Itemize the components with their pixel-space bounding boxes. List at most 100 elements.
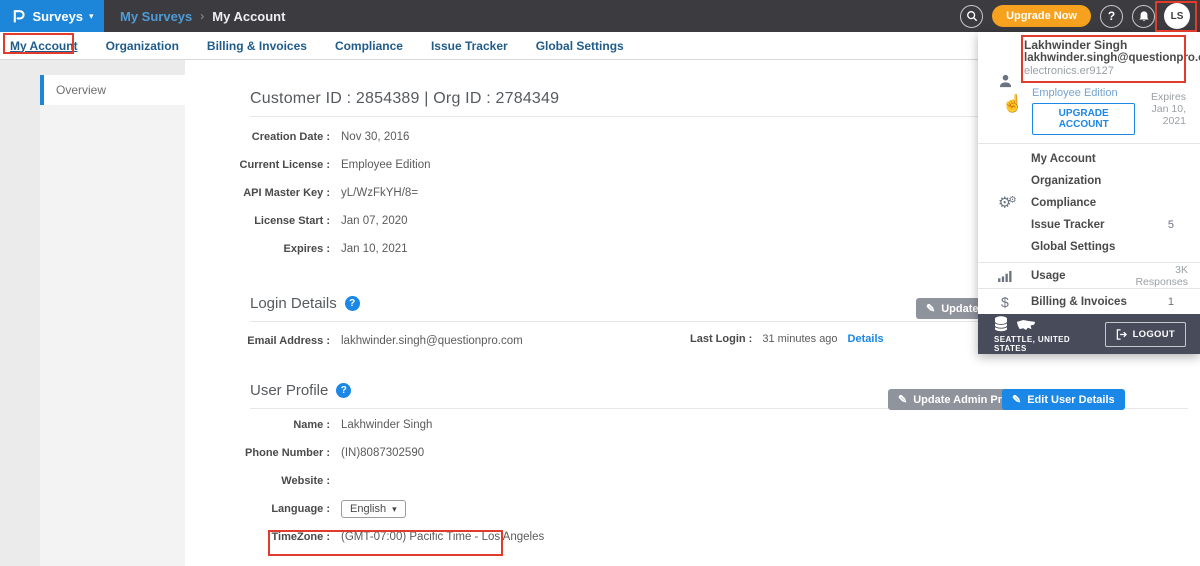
tab-compliance[interactable]: Compliance	[321, 32, 417, 59]
language-select[interactable]: English ▾	[341, 500, 406, 518]
usage-label: Usage	[1031, 270, 1066, 282]
dropdown-user-section: ☝ Lakhwinder Singh lakhwinder.singh@ques…	[978, 32, 1200, 143]
logout-icon	[1116, 329, 1127, 340]
field-value: Jan 10, 2021	[341, 243, 408, 255]
edit-icon: ✎	[1012, 393, 1021, 406]
breadcrumb-separator-icon: ›	[200, 9, 204, 23]
chevron-down-icon: ▾	[89, 11, 94, 22]
tab-label: Issue Tracker	[431, 39, 508, 53]
help-icon: ?	[1108, 9, 1115, 23]
menu-item-label: Global Settings	[1031, 241, 1115, 253]
email-value: lakhwinder.singh@questionpro.com	[341, 335, 523, 347]
chevron-down-icon: ▾	[392, 504, 397, 515]
tab-global-settings[interactable]: Global Settings	[522, 32, 638, 59]
field-label: Phone Number :	[230, 447, 330, 459]
usage-value: 3K Responses	[1135, 264, 1188, 288]
language-select-wrap: English ▾	[341, 500, 406, 518]
questionpro-logo	[10, 8, 26, 24]
menu-item-billing-invoices[interactable]: $ Billing & Invoices 1	[978, 289, 1200, 314]
cogs-icon: ⚙⚙	[998, 196, 1017, 211]
last-login-label: Last Login :	[690, 333, 752, 345]
sidebar-item-label: Overview	[56, 83, 106, 97]
usage-count: 3K	[1135, 264, 1188, 276]
dropdown-user-name: Lakhwinder Singh	[1024, 39, 1186, 52]
help-circle-icon[interactable]: ?	[336, 383, 351, 398]
edit-icon: ✎	[926, 302, 935, 315]
field-label: Email Address :	[230, 335, 330, 347]
dollar-icon: $	[1001, 294, 1009, 310]
cursor-hand-icon: ☝	[1002, 94, 1023, 114]
expires-word: Expires	[1135, 91, 1186, 103]
bar-chart-icon	[998, 270, 1013, 282]
sidebar-body	[40, 105, 185, 566]
sidebar-item-overview[interactable]: Overview	[40, 75, 185, 105]
field-value: yL/WzFkYH/8=	[341, 187, 418, 199]
profile-fields: Name : Lakhwinder Singh Phone Number : (…	[250, 411, 1200, 551]
menu-item-my-account[interactable]: My Account	[978, 148, 1200, 170]
dropdown-footer: SEATTLE, UNITED STATES LOGOUT	[978, 314, 1200, 354]
database-icon	[994, 316, 1008, 332]
field-value: (IN)8087302590	[341, 447, 424, 459]
tab-billing-invoices[interactable]: Billing & Invoices	[193, 32, 321, 59]
edit-user-details-button[interactable]: ✎ Edit User Details	[1002, 389, 1125, 410]
upgrade-account-button[interactable]: UPGRADE ACCOUNT	[1032, 103, 1135, 135]
dropdown-menu: ⚙⚙ My Account Organization Compliance Is…	[978, 144, 1200, 262]
menu-item-global-settings[interactable]: Global Settings	[978, 236, 1200, 258]
field-row-name: Name : Lakhwinder Singh	[250, 411, 1200, 439]
menu-item-issue-tracker[interactable]: Issue Tracker 5	[978, 214, 1200, 236]
tab-organization[interactable]: Organization	[92, 32, 193, 59]
account-dropdown-panel: ☝ Lakhwinder Singh lakhwinder.singh@ques…	[978, 32, 1200, 354]
field-value: Lakhwinder Singh	[341, 419, 432, 431]
field-label: Expires :	[230, 243, 330, 255]
help-circle-icon[interactable]: ?	[345, 296, 360, 311]
tab-label: My Account	[10, 39, 78, 53]
menu-item-organization[interactable]: Organization	[978, 170, 1200, 192]
upgrade-row: UPGRADE ACCOUNT Expires Jan 10, 2021	[1032, 103, 1186, 135]
location-icons	[994, 316, 1105, 332]
product-switcher[interactable]: Surveys ▾	[0, 0, 104, 32]
help-button[interactable]: ?	[1100, 5, 1123, 28]
button-label: Edit User Details	[1027, 394, 1114, 406]
last-login-value: 31 minutes ago	[762, 333, 837, 345]
field-label: Name :	[230, 419, 330, 431]
usage-unit: Responses	[1135, 276, 1188, 288]
field-label: Current License :	[230, 159, 330, 171]
tab-label: Global Settings	[536, 39, 624, 53]
avatar[interactable]: LS	[1164, 3, 1190, 29]
tab-label: Compliance	[335, 39, 403, 53]
breadcrumb-parent-link[interactable]: My Surveys	[120, 9, 192, 24]
edit-icon: ✎	[898, 393, 907, 406]
dropdown-user-username: electronics.er9127	[1024, 65, 1186, 78]
field-label: License Start :	[230, 215, 330, 227]
field-label: Creation Date :	[230, 131, 330, 143]
menu-item-usage[interactable]: Usage 3K Responses	[978, 263, 1200, 288]
tab-issue-tracker[interactable]: Issue Tracker	[417, 32, 522, 59]
field-label: API Master Key :	[230, 187, 330, 199]
logout-button[interactable]: LOGOUT	[1105, 322, 1186, 347]
expires-date: Jan 10, 2021	[1135, 103, 1186, 127]
menu-item-badge: 5	[1168, 219, 1174, 231]
logout-label: LOGOUT	[1133, 329, 1175, 340]
field-row-language: Language : English ▾	[250, 495, 1200, 523]
search-button[interactable]	[960, 5, 983, 28]
field-row-timezone: TimeZone : (GMT-07:00) Pacific Time - Lo…	[250, 523, 1200, 551]
field-value: Jan 07, 2020	[341, 215, 408, 227]
expires-info: Expires Jan 10, 2021	[1135, 91, 1186, 127]
menu-item-label: Organization	[1031, 175, 1101, 187]
language-selected-value: English	[350, 503, 386, 515]
section-title: User Profile	[250, 382, 328, 399]
field-row-website: Website :	[250, 467, 1200, 495]
notifications-button[interactable]	[1132, 5, 1155, 28]
navbar-actions: Upgrade Now ? LS	[960, 3, 1190, 29]
upgrade-now-button[interactable]: Upgrade Now	[992, 5, 1091, 27]
field-row-phone: Phone Number : (IN)8087302590	[250, 439, 1200, 467]
field-value: Employee Edition	[341, 159, 431, 171]
us-map-icon	[1016, 319, 1036, 332]
tab-my-account[interactable]: My Account	[10, 32, 92, 59]
field-label: TimeZone :	[230, 531, 330, 543]
breadcrumb-current: My Account	[212, 9, 285, 24]
dropdown-user-email: lakhwinder.singh@questionpro.com	[1024, 52, 1186, 65]
avatar-initials: LS	[1171, 11, 1184, 22]
details-link[interactable]: Details	[848, 333, 884, 345]
field-value: (GMT-07:00) Pacific Time - Los Angeles	[341, 531, 544, 543]
